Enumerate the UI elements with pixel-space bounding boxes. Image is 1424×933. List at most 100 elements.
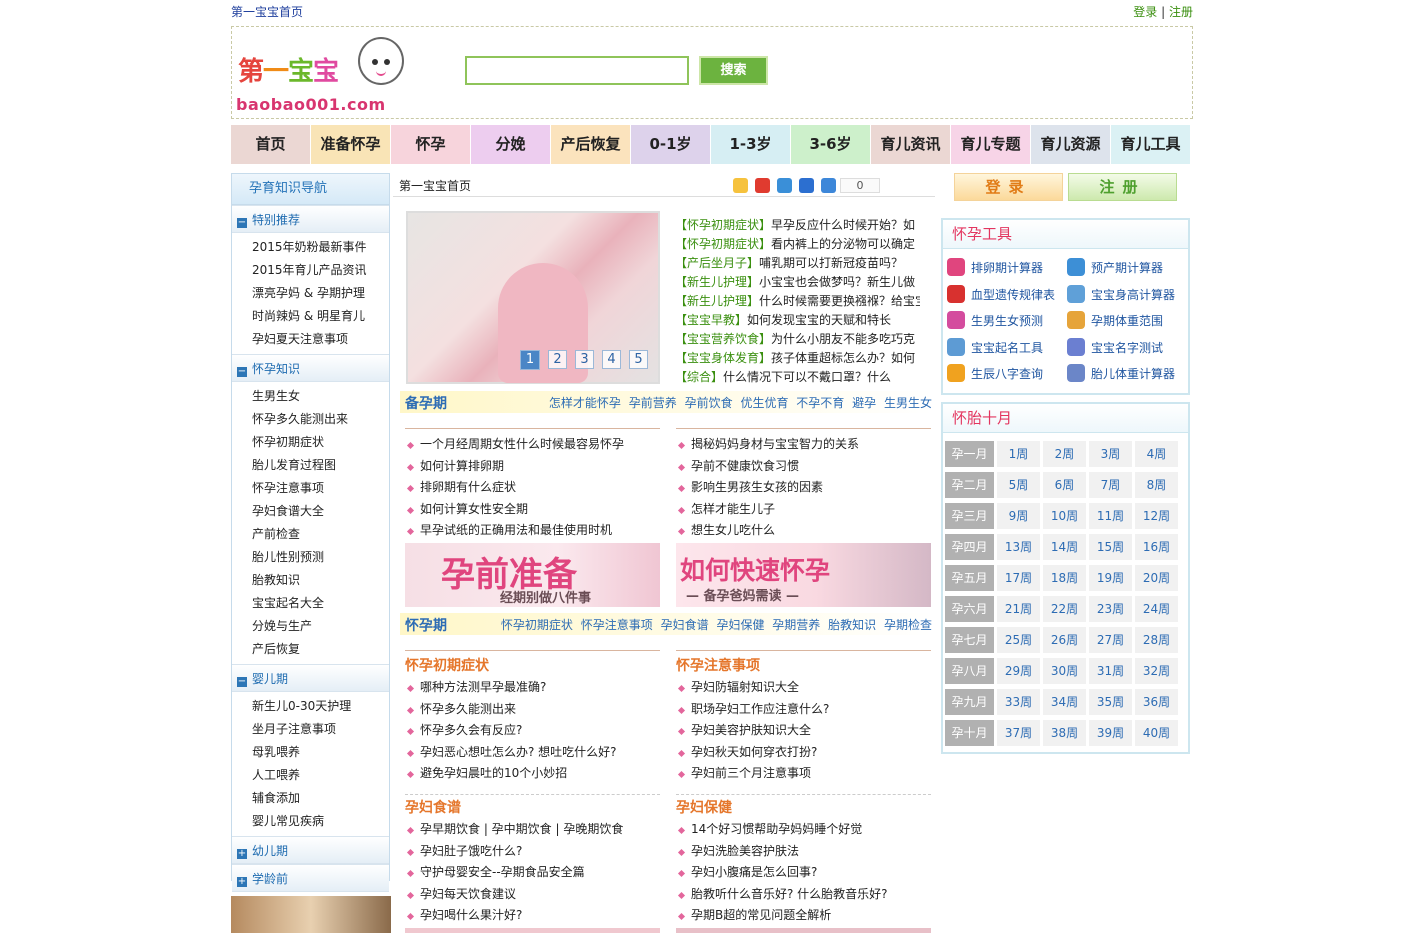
week-link[interactable]: 26周 (1043, 627, 1086, 653)
headline-tag[interactable]: 【综合】 (675, 370, 723, 384)
article-link[interactable]: 孕期B超的常见问题全解析 (676, 905, 932, 927)
month-label[interactable]: 孕二月 (945, 472, 994, 498)
sidebar-item[interactable]: 怀孕多久能测出来 (232, 408, 389, 431)
sidebar-item[interactable]: 漂亮孕妈 & 孕期护理 (232, 282, 389, 305)
nav-item[interactable]: 育儿资讯 (871, 125, 951, 164)
section-link[interactable]: 避孕 (852, 396, 876, 410)
nav-item[interactable]: 1-3岁 (711, 125, 791, 164)
week-link[interactable]: 7周 (1089, 472, 1132, 498)
week-link[interactable]: 20周 (1135, 565, 1178, 591)
sidebar-item[interactable]: 时尚辣妈 & 明星育儿 (232, 305, 389, 328)
article-link[interactable]: 想生女儿吃什么 (676, 520, 932, 542)
article-link[interactable]: 怀孕多久会有反应? (405, 720, 661, 742)
headline-item[interactable]: 【综合】什么情况下可以不戴口罩？什么 (675, 368, 920, 387)
week-link[interactable]: 11周 (1089, 503, 1132, 529)
week-link[interactable]: 25周 (997, 627, 1040, 653)
article-link[interactable]: 避免孕妇晨吐的10个小妙招 (405, 763, 661, 785)
section-link[interactable]: 孕前饮食 (685, 396, 733, 410)
article-link[interactable]: 孕早期饮食 | 孕中期饮食 | 孕晚期饮食 (405, 819, 661, 841)
weibo-icon[interactable] (755, 178, 770, 193)
banner-prep[interactable]: 孕前准备 经期别做八件事 (405, 543, 660, 607)
nav-item[interactable]: 0-1岁 (631, 125, 711, 164)
article-link[interactable]: 哪种方法测早孕最准确? (405, 677, 661, 699)
week-link[interactable]: 19周 (1089, 565, 1132, 591)
week-link[interactable]: 33周 (997, 689, 1040, 715)
section-link[interactable]: 怀孕初期症状 (501, 618, 573, 632)
week-link[interactable]: 21周 (997, 596, 1040, 622)
week-link[interactable]: 5周 (997, 472, 1040, 498)
nav-item[interactable]: 产后恢复 (551, 125, 631, 164)
tool-link[interactable]: 孕期体重范围 (1067, 311, 1163, 331)
section-link[interactable]: 孕妇保健 (716, 618, 764, 632)
site-logo[interactable]: 第一宝宝 baobao001.com (236, 35, 406, 114)
headline-item[interactable]: 【新生儿护理】小宝宝也会做梦吗？新生儿做 (675, 273, 920, 292)
nav-item[interactable]: 育儿工具 (1111, 125, 1191, 164)
month-label[interactable]: 孕一月 (945, 441, 994, 467)
week-link[interactable]: 18周 (1043, 565, 1086, 591)
article-link[interactable]: 怎样才能生儿子 (676, 499, 932, 521)
headline-tag[interactable]: 【怀孕初期症状】 (675, 237, 771, 251)
sidebar-item[interactable]: 分娩与生产 (232, 615, 389, 638)
sidebar-item[interactable]: 2015年育儿产品资讯 (232, 259, 389, 282)
section-link[interactable]: 不孕不育 (796, 396, 844, 410)
sidebar-group-head[interactable]: − 特别推荐 (232, 205, 389, 233)
tool-link[interactable]: 生男生女预测 (947, 311, 1043, 331)
sidebar-item[interactable]: 辅食添加 (232, 787, 389, 810)
search-input[interactable] (465, 56, 689, 85)
more-share-icon[interactable] (821, 178, 836, 193)
section-link[interactable]: 生男生女 (884, 396, 932, 410)
nav-item[interactable]: 准备怀孕 (311, 125, 391, 164)
week-link[interactable]: 1周 (997, 441, 1040, 467)
week-link[interactable]: 17周 (997, 565, 1040, 591)
hero-slider[interactable]: 12345 (406, 211, 660, 384)
month-label[interactable]: 孕九月 (945, 689, 994, 715)
register-button[interactable]: 注册 (1068, 173, 1177, 201)
article-link[interactable]: 孕妇肚子饿吃什么? (405, 841, 661, 863)
tool-link[interactable]: 宝宝身高计算器 (1067, 284, 1175, 305)
nav-item[interactable]: 怀孕 (391, 125, 471, 164)
tool-link[interactable]: 宝宝起名工具 (947, 337, 1043, 358)
article-link[interactable]: 守护母婴安全--孕期食品安全篇 (405, 862, 661, 884)
headline-tag[interactable]: 【新生儿护理】 (675, 275, 759, 289)
article-link[interactable]: 孕妇美容护肤知识大全 (676, 720, 932, 742)
week-link[interactable]: 9周 (997, 503, 1040, 529)
article-link[interactable]: 孕妇每天饮食建议 (405, 884, 661, 906)
headline-text[interactable]: 为什么小朋友不能多吃巧克 (771, 332, 915, 346)
qzone-icon[interactable] (733, 178, 748, 193)
month-label[interactable]: 孕八月 (945, 658, 994, 684)
week-link[interactable]: 10周 (1043, 503, 1086, 529)
section-link[interactable]: 孕前营养 (629, 396, 677, 410)
login-button[interactable]: 登录 (954, 173, 1063, 201)
search-button[interactable]: 搜索 (699, 56, 768, 85)
headline-text[interactable]: 什么情况下可以不戴口罩？什么 (723, 370, 891, 384)
baidu-icon[interactable] (799, 178, 814, 193)
article-link[interactable]: 揭秘妈妈身材与宝宝智力的关系 (676, 434, 932, 456)
headline-item[interactable]: 【新生儿护理】什么时候需要更换襁褓？给宝宝 (675, 292, 920, 311)
week-link[interactable]: 27周 (1089, 627, 1132, 653)
nav-item[interactable]: 育儿资源 (1031, 125, 1111, 164)
week-link[interactable]: 38周 (1043, 720, 1086, 746)
week-link[interactable]: 40周 (1135, 720, 1178, 746)
article-link[interactable]: 孕妇洗脸美容护肤法 (676, 841, 932, 863)
section-link[interactable]: 胎教知识 (828, 618, 876, 632)
section-title[interactable]: 怀孕期 (405, 615, 447, 635)
slider-page-button[interactable]: 2 (548, 350, 567, 369)
sidebar-item[interactable]: 胎儿性别预测 (232, 546, 389, 569)
tool-link[interactable]: 预产期计算器 (1067, 258, 1163, 278)
week-link[interactable]: 15周 (1089, 534, 1132, 560)
nav-item[interactable]: 3-6岁 (791, 125, 871, 164)
sidebar-item[interactable]: 坐月子注意事项 (232, 718, 389, 741)
sidebar-item[interactable]: 产后恢复 (232, 638, 389, 661)
tool-link[interactable]: 排卵期计算器 (947, 258, 1043, 278)
month-label[interactable]: 孕三月 (945, 503, 994, 529)
week-link[interactable]: 12周 (1135, 503, 1178, 529)
headline-text[interactable]: 小宝宝也会做梦吗？新生儿做 (759, 275, 915, 289)
week-link[interactable]: 39周 (1089, 720, 1132, 746)
headline-text[interactable]: 什么时候需要更换襁褓？给宝宝 (759, 294, 920, 308)
article-link[interactable]: 孕妇秋天如何穿衣打扮? (676, 742, 932, 764)
subsection-title[interactable]: 孕妇保健 (676, 797, 732, 817)
article-link[interactable]: 胎教听什么音乐好? 什么胎教音乐好? (676, 884, 932, 906)
headline-text[interactable]: 孩子体重超标怎么办？如何 (771, 351, 915, 365)
sidebar-item[interactable]: 胎教知识 (232, 569, 389, 592)
headline-item[interactable]: 【怀孕初期症状】看内裤上的分泌物可以确定 (675, 235, 920, 254)
